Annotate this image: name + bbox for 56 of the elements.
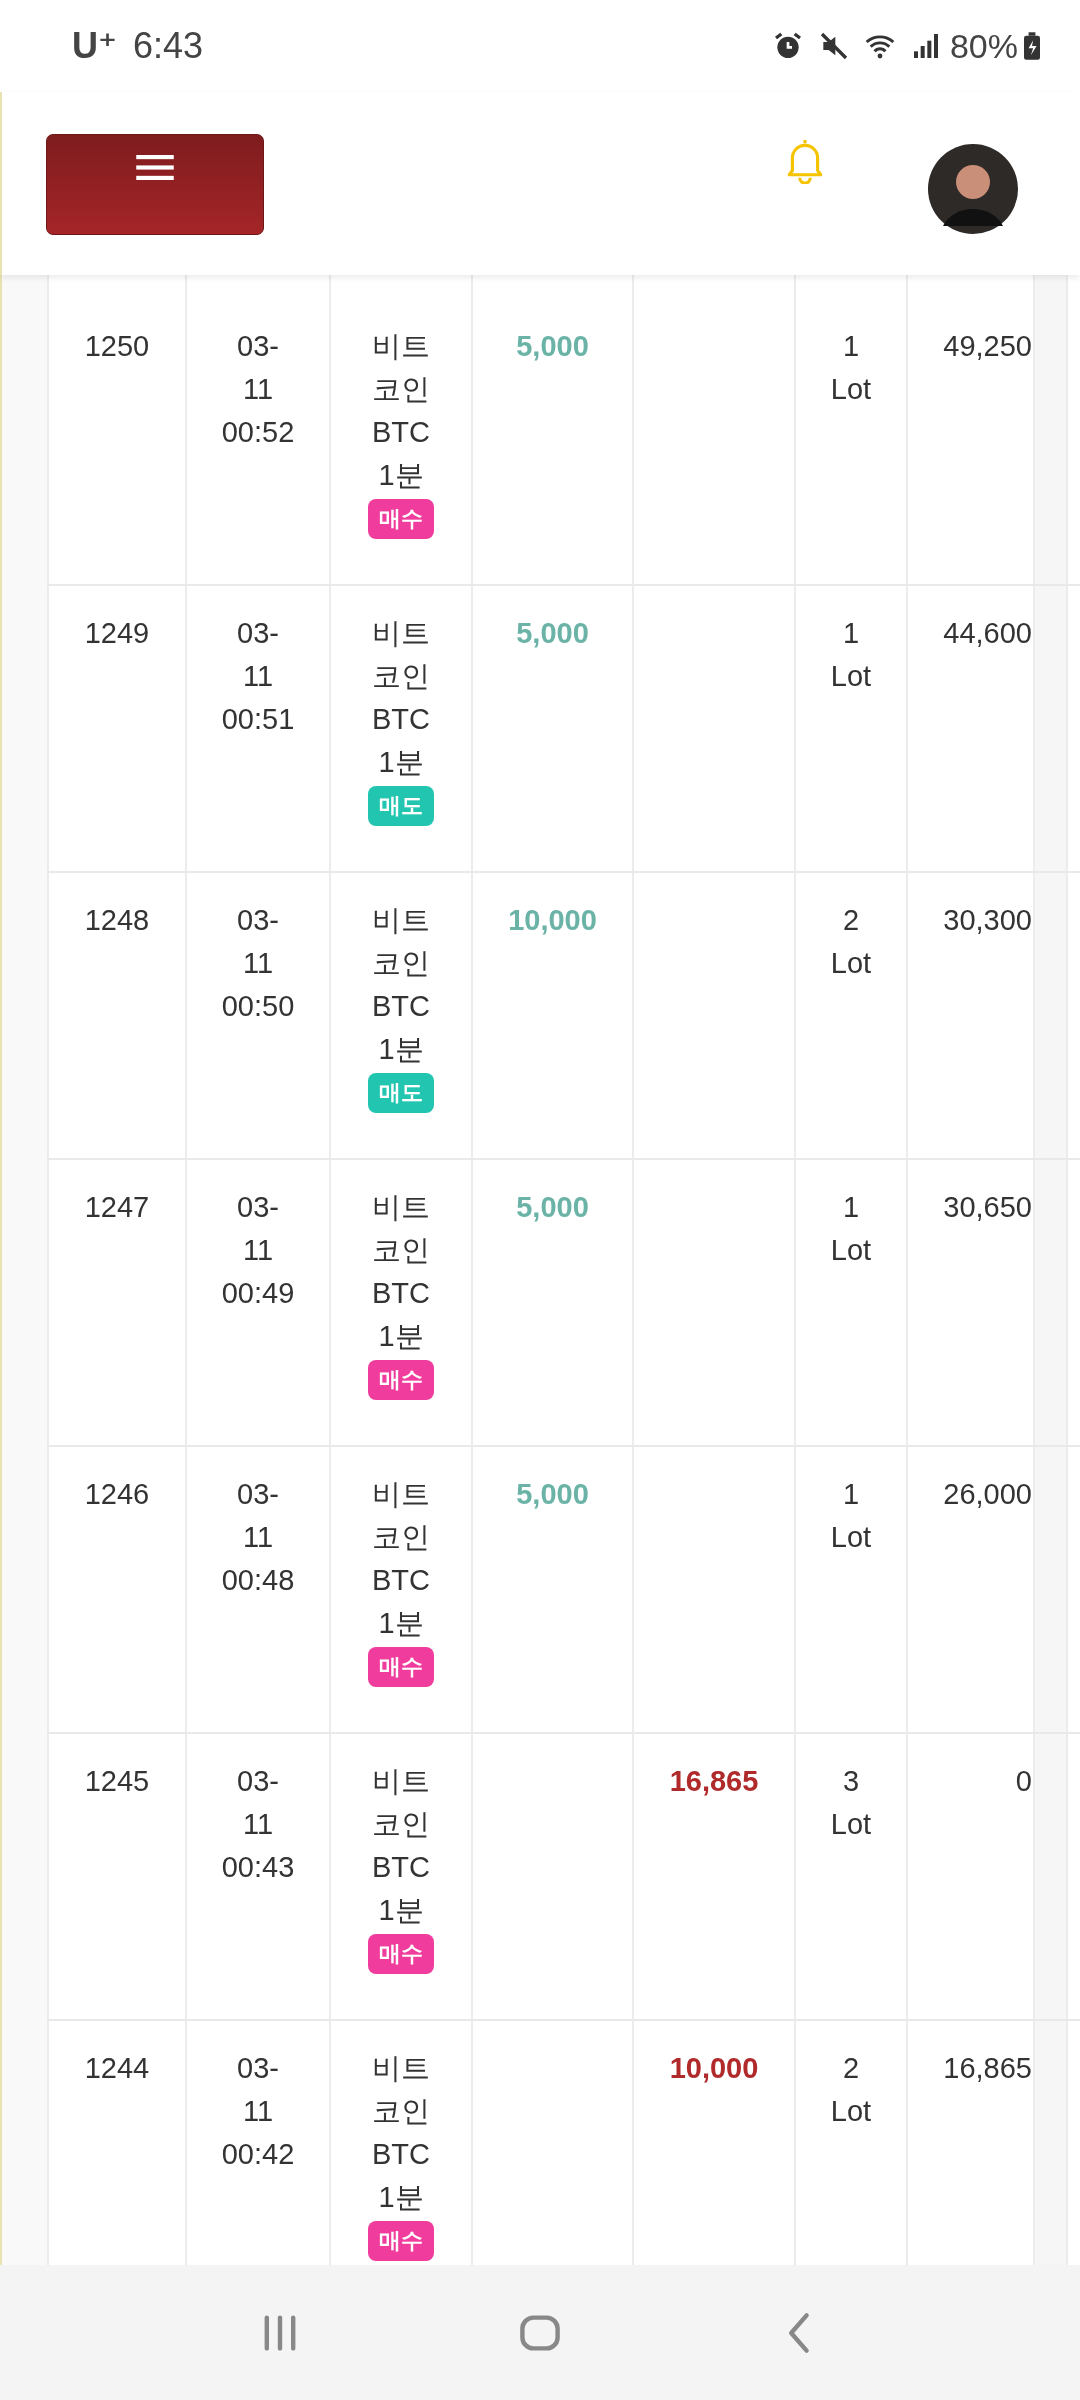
side-tag: 매수 xyxy=(368,1647,434,1687)
row-number: 1247 xyxy=(84,1190,150,1225)
balance: 44,600 xyxy=(943,616,1033,651)
side-tag: 매수 xyxy=(368,2221,434,2261)
side-tag: 매수 xyxy=(368,1934,434,1974)
amount: 5,000 xyxy=(516,1477,589,1512)
amount: 16,865 xyxy=(669,1764,759,1799)
row-number: 1244 xyxy=(84,2051,150,2086)
symbol-name: 비트 코인 BTC 1분 xyxy=(372,1190,430,1354)
date-time: 03- 11 00:43 xyxy=(221,1764,295,1885)
row-number: 1246 xyxy=(84,1477,150,1512)
row-number: 1250 xyxy=(84,329,150,364)
clock: 6:43 xyxy=(133,25,204,67)
quantity: 2 Lot xyxy=(830,2051,872,2129)
avatar[interactable] xyxy=(928,144,1018,234)
amount: 10,000 xyxy=(508,903,597,938)
quantity: 1 Lot xyxy=(830,1190,872,1268)
amount: 5,000 xyxy=(516,616,589,651)
battery-percent: 80% xyxy=(949,26,1018,66)
balance: 30,650 xyxy=(943,1190,1033,1225)
amount: 5,000 xyxy=(516,329,589,364)
quantity: 1 Lot xyxy=(830,1477,872,1555)
quantity: 1 Lot xyxy=(830,329,872,407)
symbol-name: 비트 코인 BTC 1분 xyxy=(372,329,430,493)
quantity: 3 Lot xyxy=(830,1764,872,1842)
symbol-name: 비트 코인 BTC 1분 xyxy=(372,903,430,1067)
amount: 5,000 xyxy=(516,1190,589,1225)
date-time: 03- 11 00:51 xyxy=(221,616,295,737)
menu-button[interactable] xyxy=(46,134,264,235)
quantity: 2 Lot xyxy=(830,903,872,981)
side-tag: 매도 xyxy=(368,786,434,826)
symbol-name: 비트 코인 BTC 1분 xyxy=(372,2051,430,2215)
symbol-name: 비트 코인 BTC 1분 xyxy=(372,616,430,780)
date-time: 03- 11 00:50 xyxy=(221,903,295,1024)
date-time: 03- 11 00:42 xyxy=(221,2051,295,2172)
date-time: 03- 11 00:52 xyxy=(221,329,295,450)
balance: 49,250 xyxy=(943,329,1033,364)
menu-icon xyxy=(136,155,174,180)
balance: 16,865 xyxy=(943,2051,1033,2086)
side-tag: 매수 xyxy=(368,499,434,539)
battery-icon xyxy=(1024,32,1040,60)
side-tag: 매수 xyxy=(368,1360,434,1400)
date-time: 03- 11 00:49 xyxy=(221,1190,295,1311)
balance: 26,000 xyxy=(943,1477,1033,1512)
amount: 10,000 xyxy=(669,2051,759,2086)
balance: 0 xyxy=(1015,1764,1033,1799)
row-number: 1248 xyxy=(84,903,150,938)
side-tag: 매도 xyxy=(368,1073,434,1113)
row-number: 1249 xyxy=(84,616,150,651)
symbol-name: 비트 코인 BTC 1분 xyxy=(372,1764,430,1928)
carrier-label: U⁺ xyxy=(72,25,117,67)
quantity: 1 Lot xyxy=(830,616,872,694)
row-number: 1245 xyxy=(84,1764,150,1799)
symbol-name: 비트 코인 BTC 1분 xyxy=(372,1477,430,1641)
date-time: 03- 11 00:48 xyxy=(221,1477,295,1598)
balance: 30,300 xyxy=(943,903,1033,938)
